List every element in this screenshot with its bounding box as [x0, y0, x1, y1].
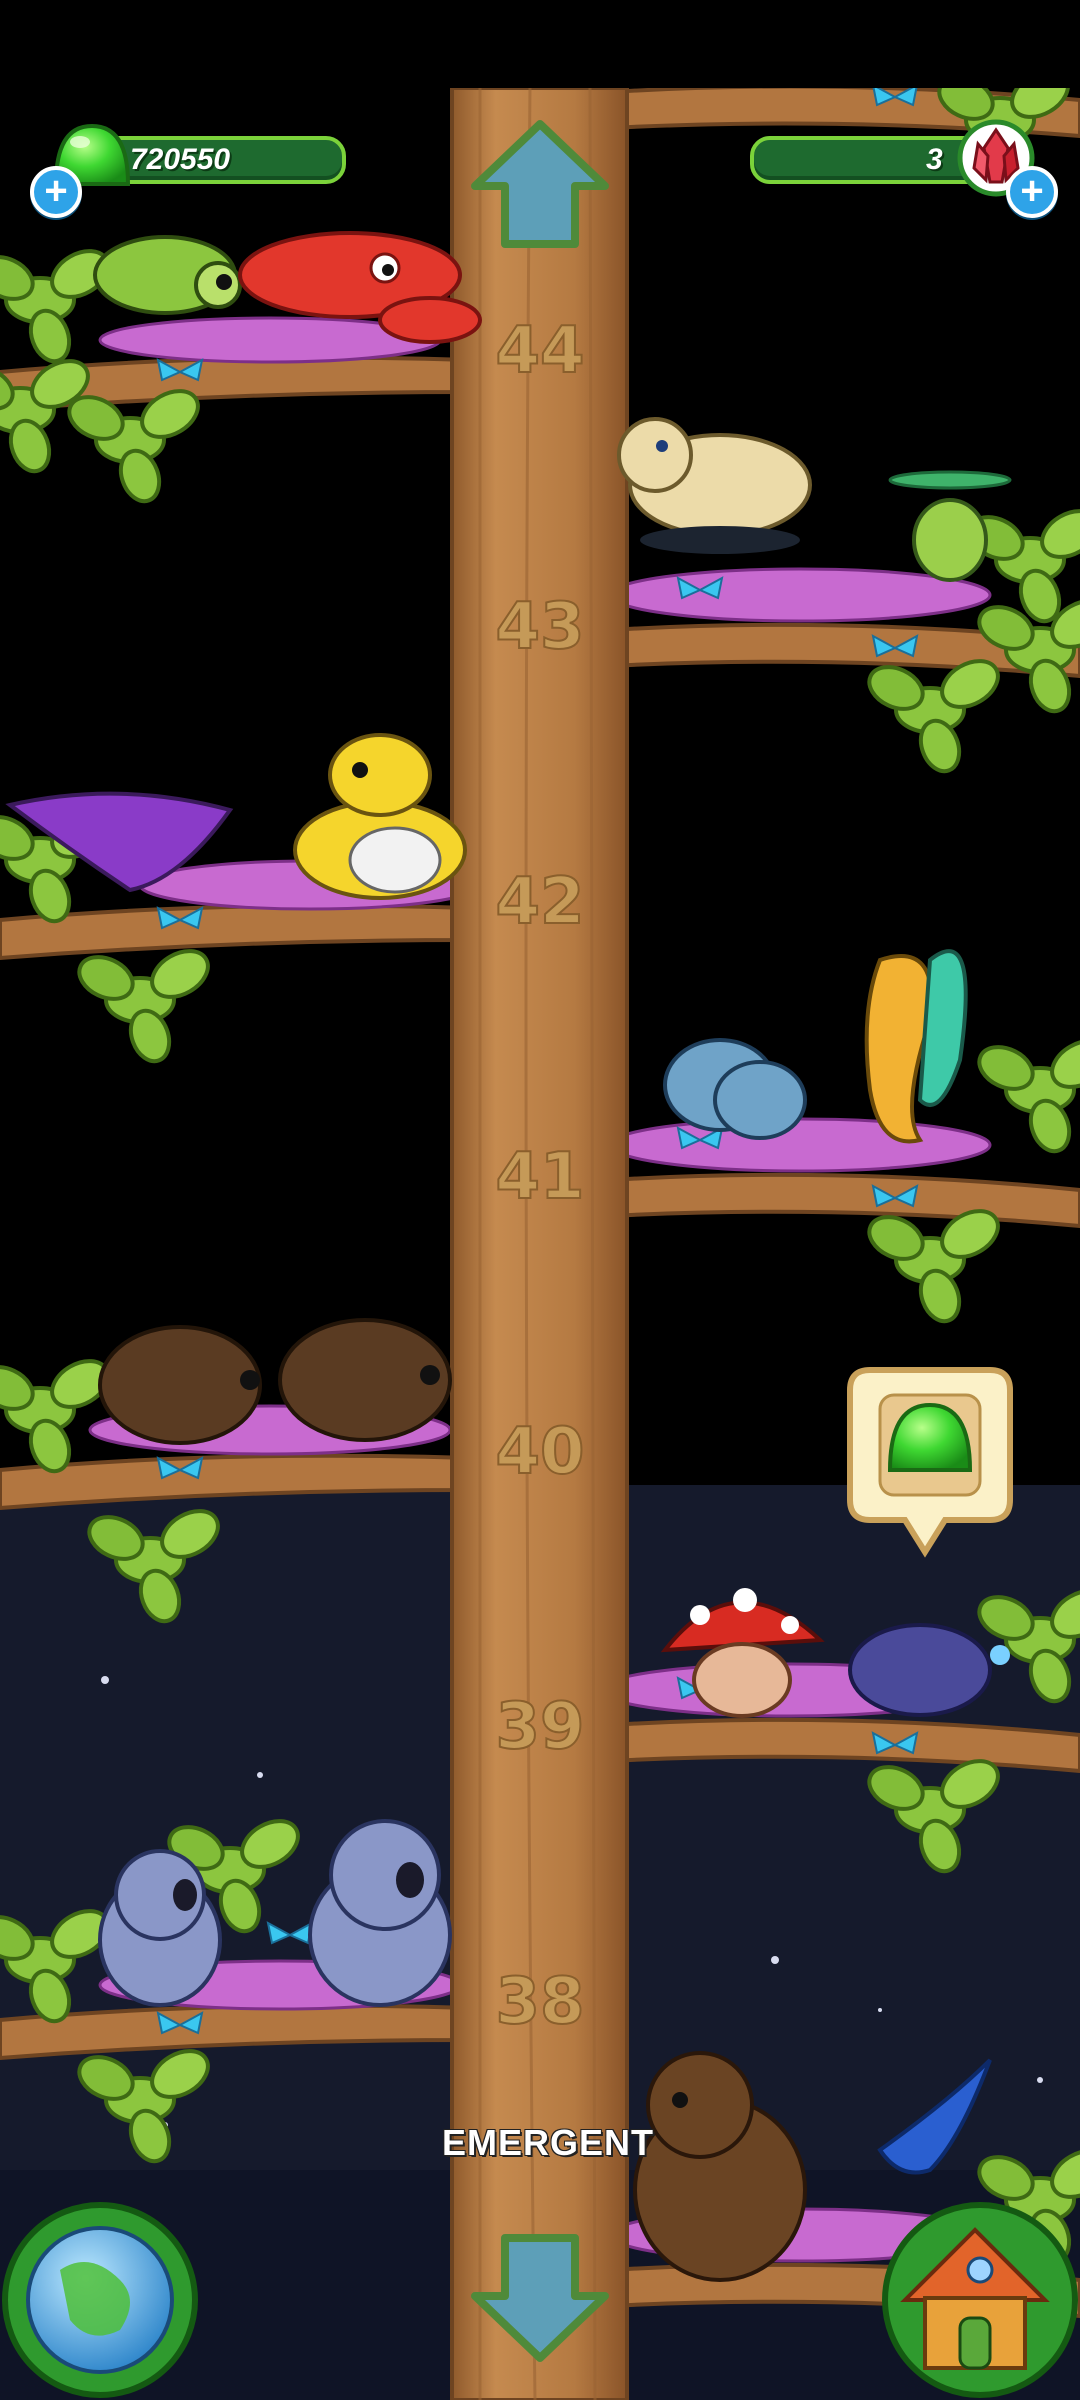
- add-jelly-button[interactable]: +: [30, 166, 82, 218]
- jelly-count: 720550: [130, 143, 231, 176]
- floor-number-42: 42: [495, 865, 584, 939]
- status-bar-area: [0, 0, 1080, 88]
- add-gems-button[interactable]: +: [1006, 166, 1058, 218]
- home-button[interactable]: [882, 2202, 1078, 2398]
- creature-grasshopper[interactable]: [93, 235, 242, 315]
- creature-wombat-right[interactable]: [278, 1318, 452, 1442]
- gem-counter: 3 +: [730, 119, 1060, 218]
- creature-wombat-left[interactable]: [98, 1325, 262, 1445]
- floor-number-38: 38: [495, 1965, 584, 2039]
- gem-count: 3: [926, 143, 943, 176]
- jelly-counter: 720550 +: [30, 123, 350, 218]
- floor-number-41: 41: [495, 1140, 584, 1214]
- floor-number-43: 43: [495, 590, 584, 664]
- game-scene: 44 43 42 41 40 39 38: [0, 0, 1080, 2400]
- world-map-button[interactable]: [2, 2202, 198, 2398]
- floor-number-39: 39: [495, 1690, 584, 1764]
- floor-number-44: 44: [495, 314, 584, 388]
- floor-number-40: 40: [495, 1415, 584, 1489]
- level-label: EMERGENT: [442, 2122, 655, 2163]
- tree-trunk: [450, 86, 629, 2400]
